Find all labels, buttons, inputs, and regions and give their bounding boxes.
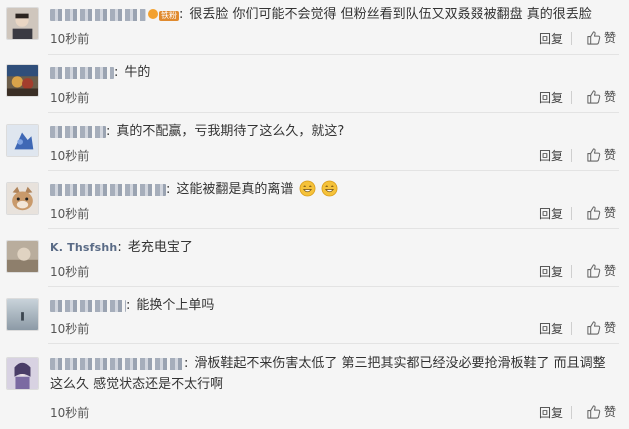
like-button[interactable]: 赞 — [586, 88, 616, 105]
comment-time: 10秒前 — [50, 322, 90, 336]
username-link[interactable] — [50, 9, 146, 21]
comment-time: 10秒前 — [50, 91, 90, 105]
like-button[interactable]: 赞 — [586, 319, 616, 336]
like-label: 赞 — [604, 405, 617, 419]
comment-item: : 滑板鞋起不来伤害太低了 第三把其实都已经没必要抢滑板鞋了 而且调整这么久 感觉… — [0, 344, 629, 429]
thumbs-up-icon — [587, 90, 601, 104]
comment-item: : 这能被翻是真的离谱 10秒前 回复 赞 — [0, 171, 629, 229]
comment-feed: 铁粉: 很丢脸 你们可能不会觉得 但粉丝看到队伍又双叒叕被翻盘 真的很丢脸 10秒… — [0, 0, 629, 429]
thumbs-up-icon — [587, 31, 601, 45]
avatar[interactable] — [6, 182, 39, 215]
comment-time: 10秒前 — [50, 32, 90, 46]
comment-time: 10秒前 — [50, 406, 90, 420]
action-divider — [571, 406, 572, 419]
action-divider — [571, 265, 572, 278]
comment-text: 这能被翻是真的离谱 — [176, 182, 294, 197]
reply-button[interactable]: 回复 — [539, 320, 563, 337]
reply-button[interactable]: 回复 — [539, 404, 563, 421]
like-button[interactable]: 赞 — [586, 204, 616, 221]
like-button[interactable]: 赞 — [586, 29, 616, 46]
like-label: 赞 — [604, 31, 617, 45]
avatar[interactable] — [6, 64, 39, 97]
grin-emoji-icon — [321, 180, 338, 197]
like-button[interactable]: 赞 — [586, 262, 616, 279]
action-divider — [571, 32, 572, 45]
like-label: 赞 — [604, 206, 617, 220]
thumbs-up-icon — [587, 321, 601, 335]
avatar[interactable] — [6, 7, 39, 40]
like-label: 赞 — [604, 321, 617, 335]
avatar[interactable] — [6, 357, 39, 390]
avatar[interactable] — [6, 124, 39, 157]
reply-button[interactable]: 回复 — [539, 147, 563, 164]
comment-item: : 真的不配赢，亏我期待了这么久，就这? 10秒前 回复 赞 — [0, 113, 629, 171]
vip-icon — [148, 9, 158, 19]
comment-text: 很丢脸 你们可能不会觉得 但粉丝看到队伍又双叒叕被翻盘 真的很丢脸 — [189, 7, 592, 22]
comment-content: : 真的不配赢，亏我期待了这么久，就这? — [50, 122, 615, 142]
comment-content: : 能换个上单吗 — [50, 296, 615, 316]
username-link[interactable] — [50, 184, 166, 196]
action-divider — [571, 207, 572, 220]
reply-button[interactable]: 回复 — [539, 30, 563, 47]
username-link[interactable]: K. Thsfshh — [50, 241, 117, 254]
comment-time: 10秒前 — [50, 207, 90, 221]
comment-item: : 牛的 10秒前 回复 赞 — [0, 55, 629, 113]
comment-time: 10秒前 — [50, 265, 90, 279]
action-divider — [571, 322, 572, 335]
like-label: 赞 — [604, 264, 617, 278]
thumbs-up-icon — [587, 405, 601, 419]
username-link[interactable] — [50, 126, 106, 138]
like-button[interactable]: 赞 — [586, 403, 616, 420]
comment-content: : 这能被翻是真的离谱 — [50, 180, 615, 200]
username-link[interactable] — [50, 67, 114, 79]
fan-badge: 铁粉 — [159, 11, 179, 21]
grin-emoji-icon — [299, 180, 315, 197]
comment-item: K. Thsfshh: 老充电宝了 10秒前 回复 赞 — [0, 229, 629, 287]
comment-content: : 牛的 — [50, 63, 615, 83]
comment-time: 10秒前 — [50, 149, 90, 163]
reply-button[interactable]: 回复 — [539, 263, 563, 280]
comment-text: 老充电宝了 — [127, 240, 193, 255]
avatar[interactable] — [6, 240, 39, 273]
like-label: 赞 — [604, 90, 617, 104]
thumbs-up-icon — [587, 264, 601, 278]
like-label: 赞 — [604, 148, 617, 162]
comment-item: 铁粉: 很丢脸 你们可能不会觉得 但粉丝看到队伍又双叒叕被翻盘 真的很丢脸 10秒… — [0, 0, 629, 55]
comment-text: 牛的 — [124, 65, 151, 80]
thumbs-up-icon — [587, 206, 601, 220]
like-button[interactable]: 赞 — [586, 146, 616, 163]
comment-item: : 能换个上单吗 10秒前 回复 赞 — [0, 287, 629, 344]
username-link[interactable] — [50, 358, 184, 370]
comment-text: 真的不配赢，亏我期待了这么久，就这? — [116, 124, 345, 139]
username-link[interactable] — [50, 300, 126, 312]
action-divider — [571, 91, 572, 104]
reply-button[interactable]: 回复 — [539, 205, 563, 222]
comment-content: : 滑板鞋起不来伤害太低了 第三把其实都已经没必要抢滑板鞋了 而且调整这么久 感觉… — [50, 356, 606, 392]
comment-content: K. Thsfshh: 老充电宝了 — [50, 240, 193, 255]
avatar[interactable] — [6, 298, 39, 331]
comment-text: 能换个上单吗 — [136, 298, 215, 313]
action-divider — [571, 149, 572, 162]
thumbs-up-icon — [587, 148, 601, 162]
reply-button[interactable]: 回复 — [539, 89, 563, 106]
comment-content: 铁粉: 很丢脸 你们可能不会觉得 但粉丝看到队伍又双叒叕被翻盘 真的很丢脸 — [50, 5, 615, 25]
